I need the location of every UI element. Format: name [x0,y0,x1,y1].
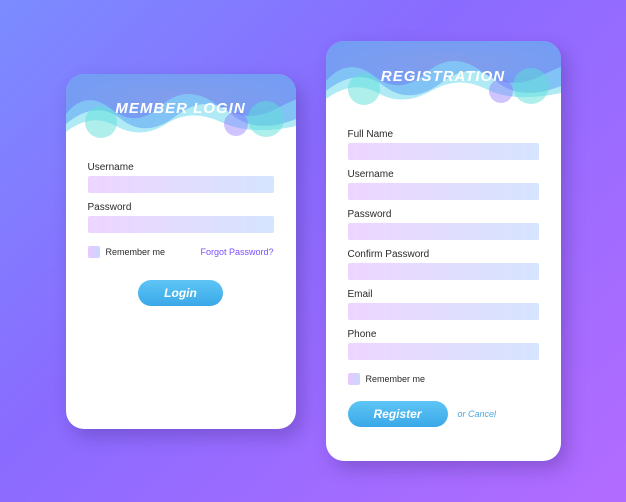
cancel-link[interactable]: or Cancel [458,409,497,419]
login-card: MEMBER LOGIN Username Password Remember … [66,74,296,429]
reg-password-input[interactable] [348,223,539,240]
registration-header: REGISTRATION [326,41,561,119]
registration-card: REGISTRATION Full Name Username Password… [326,41,561,461]
forgot-password-link[interactable]: Forgot Password? [200,247,273,257]
remember-label: Remember me [106,247,166,257]
login-title: MEMBER LOGIN [115,100,245,117]
reg-username-input[interactable] [348,183,539,200]
login-form: Username Password Remember me Forgot Pas… [66,152,296,306]
remember-checkbox[interactable] [88,246,100,258]
phone-label: Phone [348,329,539,340]
username-label: Username [88,162,274,173]
reg-remember-label: Remember me [366,374,426,384]
registration-form: Full Name Username Password Confirm Pass… [326,119,561,427]
email-field: Email [348,289,539,321]
reg-password-label: Password [348,209,539,220]
username-field: Username [88,162,274,194]
phone-field: Phone [348,329,539,361]
password-field: Password [88,202,274,234]
email-label: Email [348,289,539,300]
registration-title: REGISTRATION [381,68,505,85]
login-button[interactable]: Login [138,280,223,306]
confirm-password-field: Confirm Password [348,249,539,281]
password-label: Password [88,202,274,213]
confirm-password-input[interactable] [348,263,539,280]
reg-options-row: Remember me [348,373,539,385]
reg-remember-checkbox[interactable] [348,373,360,385]
register-button[interactable]: Register [348,401,448,427]
reg-password-field: Password [348,209,539,241]
login-button-wrap: Login [88,280,274,306]
fullname-label: Full Name [348,129,539,140]
email-input[interactable] [348,303,539,320]
login-options-row: Remember me Forgot Password? [88,246,274,258]
remember-wrapper: Remember me [88,246,166,258]
reg-username-field: Username [348,169,539,201]
reg-remember-wrapper: Remember me [348,373,426,385]
phone-input[interactable] [348,343,539,360]
reg-username-label: Username [348,169,539,180]
password-input[interactable] [88,216,274,233]
fullname-input[interactable] [348,143,539,160]
username-input[interactable] [88,176,274,193]
register-button-row: Register or Cancel [348,401,539,427]
fullname-field: Full Name [348,129,539,161]
confirm-password-label: Confirm Password [348,249,539,260]
login-header: MEMBER LOGIN [66,74,296,152]
